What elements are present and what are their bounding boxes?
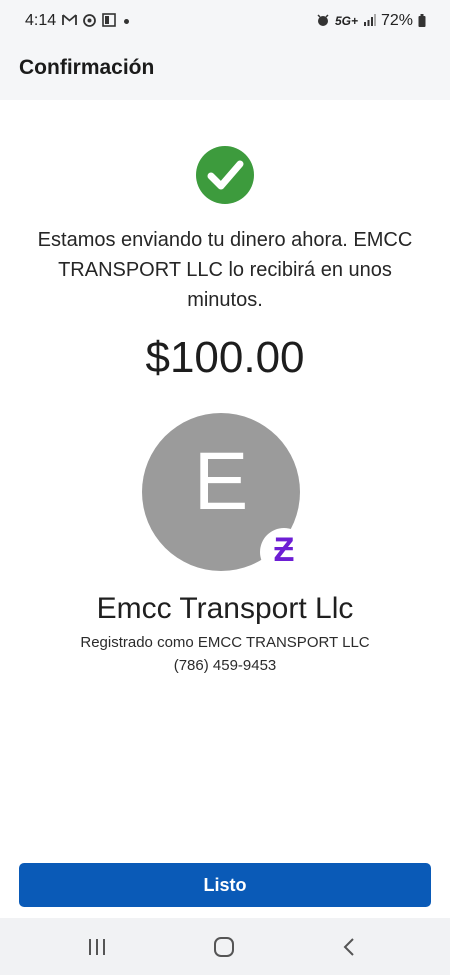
recipient-phone: (786) 459-9453 bbox=[173, 657, 277, 674]
done-button[interactable]: Listo bbox=[19, 863, 431, 907]
status-right: 5G+ 72% bbox=[316, 12, 426, 30]
amount: $100.00 bbox=[145, 333, 305, 382]
alarm-icon bbox=[316, 13, 330, 29]
zelle-icon: Ƶ bbox=[260, 528, 308, 576]
header: Confirmación bbox=[0, 44, 450, 100]
nav-bar bbox=[0, 918, 450, 975]
confirmation-message: Estamos enviando tu dinero ahora. EMCC T… bbox=[37, 229, 413, 311]
recipient-name: Emcc Transport Llc bbox=[96, 592, 354, 625]
gmail-icon bbox=[62, 14, 78, 28]
registered-as: Registrado como EMCC TRANSPORT LLC bbox=[80, 634, 370, 651]
back-icon[interactable] bbox=[309, 918, 389, 975]
page-title: Confirmación bbox=[19, 56, 155, 79]
network-label: 5G+ bbox=[334, 14, 358, 28]
status-time: 4:14 bbox=[25, 12, 57, 29]
avatar-initial: E bbox=[193, 436, 249, 527]
notification-dot bbox=[124, 18, 130, 24]
status-left: 4:14 bbox=[25, 12, 130, 30]
chrome-icon bbox=[83, 13, 97, 29]
signal-icon bbox=[363, 14, 376, 28]
status-bar: 4:14 5G+ 72% bbox=[0, 0, 450, 44]
home-icon[interactable] bbox=[184, 918, 264, 975]
recent-apps-icon[interactable] bbox=[57, 918, 137, 975]
check-circle-icon bbox=[196, 146, 254, 204]
battery-icon bbox=[418, 13, 426, 29]
zelle-badge-glyph: Ƶ bbox=[273, 531, 295, 569]
battery-percent: 72% bbox=[380, 12, 413, 29]
app-icon bbox=[102, 13, 116, 29]
